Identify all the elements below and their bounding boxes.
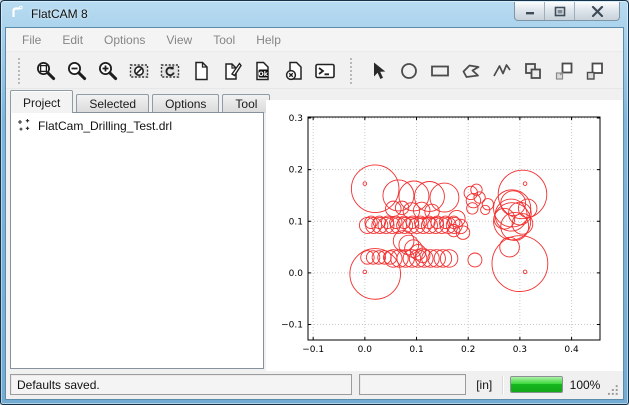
svg-text:0.0: 0.0 (289, 269, 304, 279)
tab-selected[interactable]: Selected (76, 94, 149, 113)
svg-text:0.1: 0.1 (409, 345, 423, 355)
draw-polygon-button[interactable] (458, 58, 484, 84)
pointer-icon (367, 60, 389, 82)
rectangle-icon (429, 60, 451, 82)
draw-rectangle-button[interactable] (427, 58, 453, 84)
zoom-in-button[interactable] (95, 58, 121, 84)
statusbar: Defaults saved. [in] 100% (6, 370, 623, 399)
svg-text:0.3: 0.3 (513, 345, 527, 355)
draw-path-button[interactable] (489, 58, 515, 84)
menu-file[interactable]: File (22, 33, 41, 47)
window-controls (514, 2, 620, 21)
delete-object-button[interactable] (281, 58, 307, 84)
zoom-fit-button[interactable] (33, 58, 59, 84)
svg-text:0.3: 0.3 (289, 114, 303, 124)
close-button[interactable] (575, 2, 619, 20)
clear-plot-icon (128, 60, 150, 82)
subtract-button[interactable] (551, 58, 577, 84)
replot-icon (159, 60, 181, 82)
zoom-out-button[interactable] (64, 58, 90, 84)
toolbar: Ok (6, 53, 623, 89)
flatcam-window: FlatCAM 8 File Edit Options View Tool He… (0, 0, 629, 405)
svg-text:0.1: 0.1 (289, 217, 303, 227)
tab-project[interactable]: Project (10, 90, 73, 113)
units-label: [in] (473, 378, 495, 392)
path-icon (491, 60, 513, 82)
tab-options[interactable]: Options (152, 94, 219, 113)
new-file-icon (190, 60, 212, 82)
zoom-out-icon (66, 60, 88, 82)
progress-bar (510, 376, 562, 393)
toolbar-draw-group (348, 58, 608, 84)
menubar: File Edit Options View Tool Help (6, 28, 623, 52)
zoom-in-icon (97, 60, 119, 82)
svg-text:−0.1: −0.1 (302, 345, 324, 355)
status-field-2 (359, 374, 466, 395)
maximize-button[interactable] (545, 2, 575, 20)
intersect-button[interactable] (582, 58, 608, 84)
menu-tool[interactable]: Tool (213, 33, 235, 47)
circle-icon (398, 60, 420, 82)
toolbar-drag-handle-2[interactable] (350, 58, 354, 84)
progress-percent: 100% (570, 378, 601, 392)
minimize-button[interactable] (515, 2, 545, 20)
zoom-fit-icon (35, 60, 57, 82)
open-project-button[interactable] (219, 58, 245, 84)
menu-help[interactable]: Help (256, 33, 281, 47)
status-message: Defaults saved. (10, 374, 352, 395)
resize-grip-icon[interactable] (607, 384, 619, 396)
svg-text:0.2: 0.2 (289, 166, 303, 176)
titlebar[interactable]: FlatCAM 8 (1, 1, 628, 27)
tabbar: Project Selected Options Tool (10, 90, 270, 113)
status-separator (502, 376, 503, 394)
menu-options[interactable]: Options (104, 33, 145, 47)
svg-text:−0.1: −0.1 (281, 321, 303, 331)
tree-item-label: FlatCam_Drilling_Test.drl (38, 119, 172, 133)
delete-file-icon (283, 60, 305, 82)
select-tool-button[interactable] (365, 58, 391, 84)
progress-fill (511, 377, 561, 392)
menu-view[interactable]: View (166, 33, 192, 47)
new-project-button[interactable] (188, 58, 214, 84)
plot-panel: −0.1 0.0 0.1 0.2 0.3 0.4 −0.1 0.0 0.1 0.2 0.3 (266, 100, 623, 371)
open-file-icon (221, 60, 243, 82)
toolbar-drag-handle[interactable] (18, 58, 22, 84)
intersect-icon (584, 60, 606, 82)
menu-edit[interactable]: Edit (62, 33, 83, 47)
window-title: FlatCAM 8 (31, 7, 88, 21)
toolbar-file-group: Ok (16, 58, 338, 84)
union-button[interactable] (520, 58, 546, 84)
maximize-icon (554, 6, 566, 17)
svg-text:0.4: 0.4 (564, 345, 579, 355)
polygon-icon (460, 60, 482, 82)
plot-canvas[interactable]: −0.1 0.0 0.1 0.2 0.3 0.4 −0.1 0.0 0.1 0.2 0.3 (266, 100, 623, 371)
tab-tool[interactable]: Tool (222, 94, 270, 113)
project-tree: FlatCam_Drilling_Test.drl (10, 112, 264, 369)
save-project-button[interactable]: Ok (250, 58, 276, 84)
svg-text:0.0: 0.0 (358, 345, 373, 355)
close-icon (591, 6, 604, 17)
svg-text:0.2: 0.2 (461, 345, 475, 355)
minimize-icon (524, 6, 536, 16)
union-icon (522, 60, 544, 82)
tree-item-drill-file[interactable]: FlatCam_Drilling_Test.drl (11, 113, 263, 138)
subtract-icon (553, 60, 575, 82)
drill-marks-icon (17, 118, 32, 133)
replot-button[interactable] (157, 58, 183, 84)
command-shell-button[interactable] (312, 58, 338, 84)
svg-text:Ok: Ok (259, 70, 269, 77)
save-ok-icon: Ok (252, 60, 274, 82)
draw-circle-button[interactable] (396, 58, 422, 84)
shell-icon (314, 60, 336, 82)
clear-plot-button[interactable] (126, 58, 152, 84)
client-area: File Edit Options View Tool Help (5, 27, 624, 400)
app-icon (9, 4, 25, 25)
